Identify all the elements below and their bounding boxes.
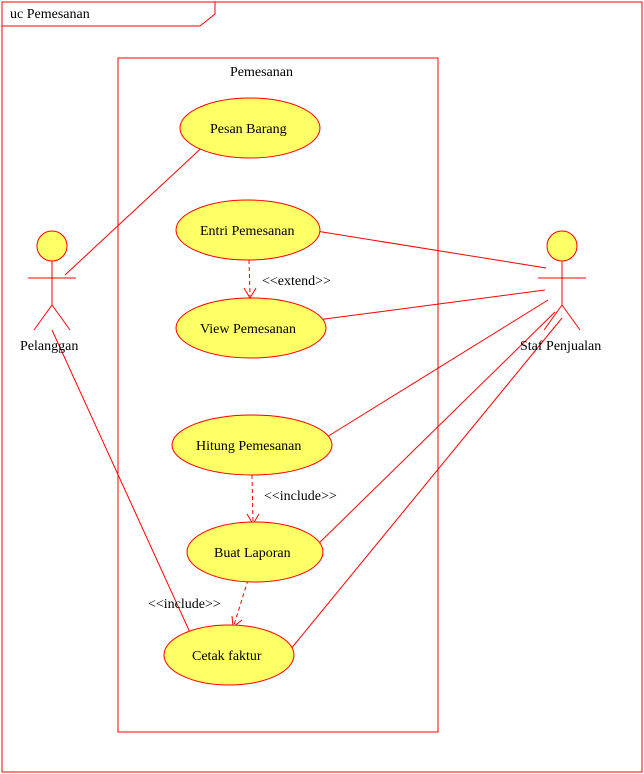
system-name: Pemesanan bbox=[230, 65, 293, 80]
dep-include1 bbox=[252, 475, 253, 522]
svg-text:Buat Laporan: Buat Laporan bbox=[214, 546, 291, 561]
stereotype-extend: <<extend>> bbox=[262, 274, 331, 289]
usecase-pesan-barang: Pesan Barang bbox=[180, 98, 320, 158]
stereotype-include1: <<include>> bbox=[264, 489, 337, 504]
assoc-staf-entri bbox=[310, 230, 546, 268]
assoc-staf-view bbox=[317, 290, 545, 320]
usecase-diagram: uc Pemesanan Pemesanan <<extend>> <<incl… bbox=[0, 0, 644, 774]
stereotype-include2: <<include>> bbox=[148, 597, 221, 612]
svg-text:Hitung Pemesanan: Hitung Pemesanan bbox=[196, 439, 301, 454]
actor-staf-label: Staf Penjualan bbox=[520, 339, 601, 354]
actor-pelanggan-label: Pelanggan bbox=[20, 339, 78, 354]
svg-text:Cetak faktur: Cetak faktur bbox=[192, 649, 262, 664]
diagram-title: uc Pemesanan bbox=[10, 7, 90, 22]
assoc-staf-laporan bbox=[312, 312, 555, 550]
actor-staf-penjualan: Staf Penjualan bbox=[520, 231, 601, 354]
assoc-staf-cetak bbox=[290, 318, 562, 650]
dep-include2 bbox=[234, 580, 248, 625]
usecase-hitung-pemesanan: Hitung Pemesanan bbox=[172, 415, 332, 475]
svg-text:View Pemesanan: View Pemesanan bbox=[200, 322, 296, 337]
svg-text:Entri Pemesanan: Entri Pemesanan bbox=[200, 224, 294, 239]
usecase-cetak-faktur: Cetak faktur bbox=[164, 625, 294, 685]
assoc-pelanggan-pesan bbox=[65, 140, 210, 275]
svg-text:Pesan Barang: Pesan Barang bbox=[210, 122, 287, 137]
usecase-view-pemesanan: View Pemesanan bbox=[176, 298, 326, 358]
system-boundary: Pemesanan bbox=[118, 58, 438, 732]
usecase-buat-laporan: Buat Laporan bbox=[187, 522, 323, 582]
actor-pelanggan: Pelanggan bbox=[20, 231, 78, 354]
dep-extend bbox=[249, 260, 250, 296]
assoc-staf-hitung bbox=[322, 300, 548, 440]
usecase-entri-pemesanan: Entri Pemesanan bbox=[176, 200, 320, 260]
diagram-frame: uc Pemesanan bbox=[2, 2, 642, 772]
